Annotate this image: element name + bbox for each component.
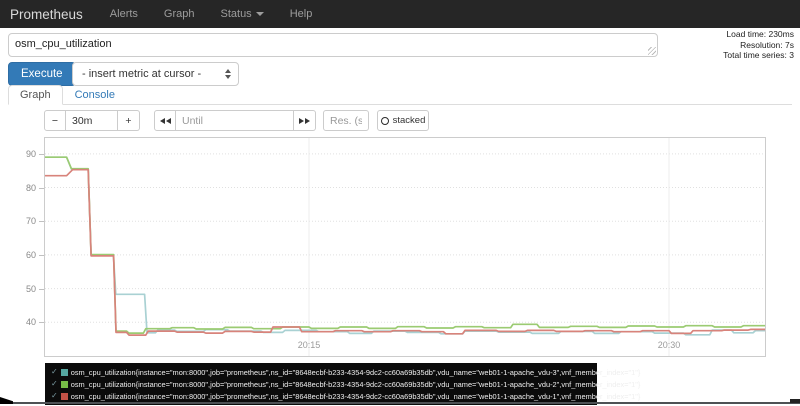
resolution: Resolution: 7s: [723, 40, 794, 51]
navbar: Prometheus Alerts Graph Status Help: [0, 0, 800, 28]
prometheus-graph-page: Prometheus Alerts Graph Status Help osm_…: [0, 0, 800, 406]
nav-item-status[interactable]: Status: [208, 8, 277, 20]
bottom-right-artifact: [790, 399, 800, 403]
y-axis-tick-label: 40: [0, 317, 36, 327]
insert-metric-selected-option: - insert metric at cursor -: [82, 68, 225, 80]
load-time: Load time: 230ms: [723, 29, 794, 40]
y-axis-tick: [39, 255, 44, 256]
bottom-left-artifact: [0, 397, 13, 404]
execute-button[interactable]: Execute: [8, 62, 76, 86]
check-icon: ✓: [51, 368, 58, 376]
legend-row[interactable]: ✓osm_cpu_utilization{instance="mon:8000"…: [51, 366, 591, 378]
tab-bar: Graph Console: [8, 86, 792, 105]
x-axis-tick-label: 20:30: [647, 340, 691, 350]
check-icon: ✓: [51, 392, 58, 400]
series-label: osm_cpu_utilization{instance="mon:8000",…: [71, 380, 641, 389]
y-axis-tick-label: 60: [0, 250, 36, 260]
series-swatch-icon: [61, 393, 68, 400]
until-input[interactable]: [176, 110, 294, 131]
check-icon: ✓: [51, 380, 58, 388]
legend-row[interactable]: ✓osm_cpu_utilization{instance="mon:8000"…: [51, 390, 591, 402]
series-line: [45, 157, 765, 335]
brand-prometheus[interactable]: Prometheus: [0, 7, 97, 22]
tab-console[interactable]: Console: [63, 85, 127, 105]
y-axis-tick: [39, 188, 44, 189]
caret-down-icon: [256, 12, 264, 16]
unchecked-circle-icon: [381, 117, 389, 125]
y-axis-tick: [39, 289, 44, 290]
nav-item-alerts[interactable]: Alerts: [97, 8, 151, 20]
resolution-input[interactable]: [323, 110, 369, 131]
chart-legend: ✓osm_cpu_utilization{instance="mon:8000"…: [45, 363, 597, 405]
nav-item-graph[interactable]: Graph: [151, 8, 208, 20]
time-group: [154, 110, 316, 131]
double-right-arrow-icon: [299, 118, 310, 124]
textarea-resize-handle[interactable]: [648, 47, 656, 55]
tab-graph[interactable]: Graph: [8, 85, 63, 105]
y-axis-tick: [39, 154, 44, 155]
range-shrink-button[interactable]: −: [44, 110, 66, 131]
range-input[interactable]: [66, 110, 118, 131]
graph-controls: − + stacked: [44, 110, 429, 131]
series-line: [45, 170, 765, 335]
total-time-series: Total time series: 3: [723, 50, 794, 61]
series-label: osm_cpu_utilization{instance="mon:8000",…: [71, 368, 641, 377]
stacked-toggle-button[interactable]: stacked: [377, 110, 429, 131]
time-forward-button[interactable]: [294, 110, 316, 131]
nav-item-help[interactable]: Help: [277, 8, 326, 20]
range-grow-button[interactable]: +: [118, 110, 140, 131]
double-left-arrow-icon: [160, 118, 171, 124]
series-label: osm_cpu_utilization{instance="mon:8000",…: [71, 392, 641, 401]
y-axis-tick-label: 70: [0, 216, 36, 226]
y-axis-tick-label: 50: [0, 284, 36, 294]
bottom-divider: [0, 402, 800, 404]
series-swatch-icon: [61, 381, 68, 388]
plot-canvas[interactable]: 20:15 20:30: [44, 137, 766, 357]
x-axis-tick-label: 20:15: [287, 340, 331, 350]
y-axis-tick-label: 90: [0, 149, 36, 159]
time-back-button[interactable]: [154, 110, 176, 131]
series-swatch-icon: [61, 369, 68, 376]
insert-metric-select[interactable]: - insert metric at cursor -: [72, 62, 239, 86]
line-chart: [45, 138, 765, 356]
chart-area: 20:15 20:30 90 80 70 60 50 40: [0, 137, 800, 363]
select-updown-icon: [225, 69, 231, 79]
y-axis-tick-label: 80: [0, 183, 36, 193]
query-expression-input[interactable]: osm_cpu_utilization: [8, 33, 658, 57]
series-line: [45, 157, 765, 333]
y-axis-tick: [39, 221, 44, 222]
query-expression-wrap: osm_cpu_utilization: [8, 33, 658, 57]
query-stats: Load time: 230ms Resolution: 7s Total ti…: [723, 29, 794, 61]
y-axis-tick: [39, 322, 44, 323]
range-group: − +: [44, 110, 140, 131]
legend-row[interactable]: ✓osm_cpu_utilization{instance="mon:8000"…: [51, 378, 591, 390]
